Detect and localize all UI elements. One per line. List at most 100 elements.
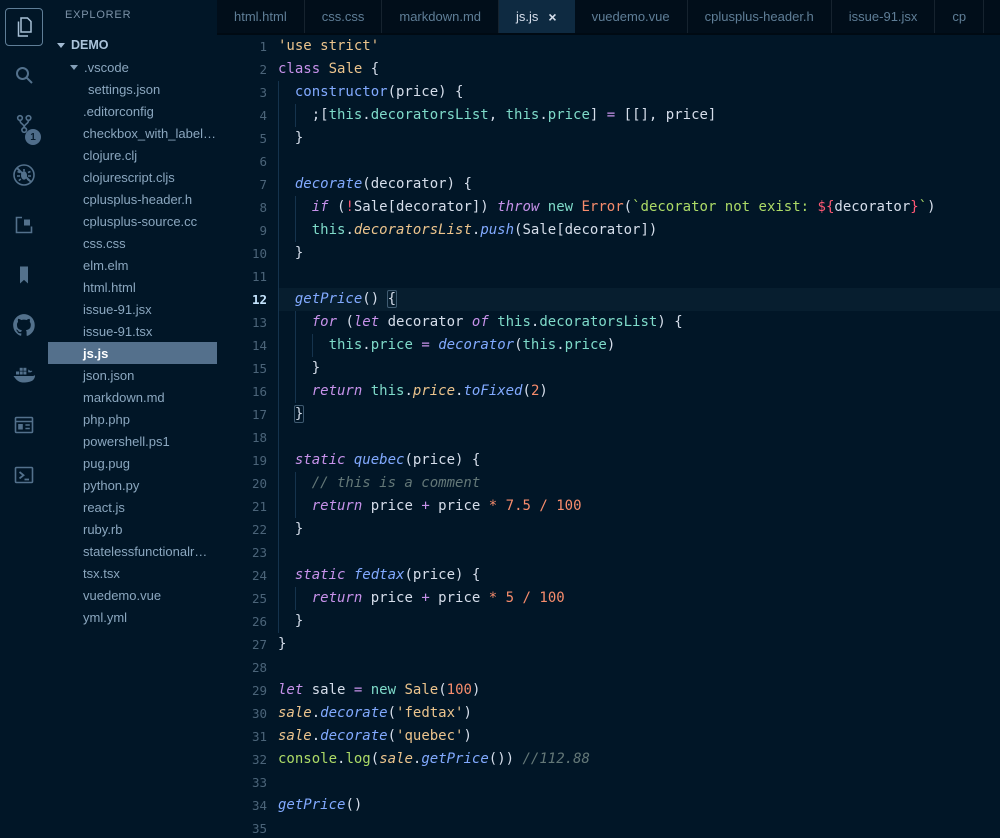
bookmarks-icon[interactable] (0, 250, 48, 300)
code-line-4[interactable]: ;[this.decoratorsList, this.price] = [[]… (278, 104, 1000, 127)
tree-file-yml.yml[interactable]: yml.yml (48, 606, 217, 628)
code-editor[interactable]: 1234567891011121314151617181920212223242… (217, 35, 1000, 838)
search-icon[interactable] (0, 50, 48, 100)
tree-item-label: clojure.clj (83, 148, 137, 163)
editor-gutter[interactable]: 1234567891011121314151617181920212223242… (217, 35, 278, 838)
files-icon[interactable] (0, 4, 48, 50)
code-line-10[interactable]: } (278, 242, 1000, 265)
indent-guide (278, 265, 279, 288)
line-number: 31 (217, 725, 278, 748)
code-line-31[interactable]: sale.decorate('quebec') (278, 725, 1000, 748)
code-line-26[interactable]: } (278, 610, 1000, 633)
code-line-14[interactable]: this.price = decorator(this.price) (278, 334, 1000, 357)
code-line-29[interactable]: let sale = new Sale(100) (278, 679, 1000, 702)
tree-file-tsx.tsx[interactable]: tsx.tsx (48, 562, 217, 584)
code-line-20[interactable]: // this is a comment (278, 472, 1000, 495)
code-line-11[interactable] (278, 265, 1000, 288)
line-number: 3 (217, 81, 278, 104)
code-line-8[interactable]: if (!Sale[decorator]) throw new Error(`d… (278, 196, 1000, 219)
tree-file-elm.elm[interactable]: elm.elm (48, 254, 217, 276)
github-icon[interactable] (0, 300, 48, 350)
docker-icon[interactable] (0, 350, 48, 400)
tree-file-python.py[interactable]: python.py (48, 474, 217, 496)
tree-file-cplusplus-header.h[interactable]: cplusplus-header.h (48, 188, 217, 210)
tree-file-settings.json[interactable]: settings.json (48, 78, 217, 100)
code-lines[interactable]: 'use strict'class Sale { constructor(pri… (278, 35, 1000, 838)
tab-cplusplus-header.h[interactable]: cplusplus-header.h (688, 0, 832, 33)
tree-file-ruby.rb[interactable]: ruby.rb (48, 518, 217, 540)
tree-file-markdown.md[interactable]: markdown.md (48, 386, 217, 408)
code-line-28[interactable] (278, 656, 1000, 679)
line-number: 23 (217, 541, 278, 564)
code-line-15[interactable]: } (278, 357, 1000, 380)
code-line-17[interactable]: } (278, 403, 1000, 426)
tab-cp[interactable]: cp (935, 0, 984, 33)
code-line-21[interactable]: return price + price * 7.5 / 100 (278, 495, 1000, 518)
code-line-7[interactable]: decorate(decorator) { (278, 173, 1000, 196)
code-text: this.price = decorator(this.price) (278, 337, 615, 353)
close-icon[interactable]: × (548, 10, 556, 24)
tree-file-powershell.ps1[interactable]: powershell.ps1 (48, 430, 217, 452)
code-line-32[interactable]: console.log(sale.getPrice()) //112.88 (278, 748, 1000, 771)
code-line-13[interactable]: for (let decorator of this.decoratorsLis… (278, 311, 1000, 334)
code-line-12[interactable]: getPrice() { (278, 288, 1000, 311)
active-view-indicator (5, 8, 43, 46)
code-text: return price + price * 7.5 / 100 (278, 498, 582, 514)
tree-file-issue-91.tsx[interactable]: issue-91.tsx (48, 320, 217, 342)
tree-file-checkbox_with_label…[interactable]: checkbox_with_label… (48, 122, 217, 144)
tab-vuedemo.vue[interactable]: vuedemo.vue (575, 0, 688, 33)
tree-file-vuedemo.vue[interactable]: vuedemo.vue (48, 584, 217, 606)
tree-file-css.css[interactable]: css.css (48, 232, 217, 254)
line-number: 34 (217, 794, 278, 817)
source-control-icon[interactable]: 1 (0, 100, 48, 150)
tree-file-clojure.clj[interactable]: clojure.clj (48, 144, 217, 166)
tab-html.html[interactable]: html.html (217, 0, 305, 33)
code-line-25[interactable]: return price + price * 5 / 100 (278, 587, 1000, 610)
chevron-expanded-icon (70, 65, 78, 70)
tab-markdown.md[interactable]: markdown.md (382, 0, 499, 33)
code-text: for (let decorator of this.decoratorsLis… (278, 314, 683, 330)
tree-root-DEMO[interactable]: DEMO (48, 34, 217, 56)
editor-tab-strip: html.htmlcss.cssmarkdown.mdjs.js×vuedemo… (217, 0, 1000, 35)
code-line-34[interactable]: getPrice() (278, 794, 1000, 817)
code-line-22[interactable]: } (278, 518, 1000, 541)
code-line-5[interactable]: } (278, 127, 1000, 150)
tree-file-php.php[interactable]: php.php (48, 408, 217, 430)
tab-label: cplusplus-header.h (705, 9, 814, 24)
code-line-3[interactable]: constructor(price) { (278, 81, 1000, 104)
debug-icon[interactable] (0, 150, 48, 200)
code-text: static quebec(price) { (278, 452, 480, 468)
tree-folder-.vscode[interactable]: .vscode (48, 56, 217, 78)
tab-js.js[interactable]: js.js× (499, 0, 575, 33)
code-line-19[interactable]: static quebec(price) { (278, 449, 1000, 472)
browser-preview-icon[interactable] (0, 400, 48, 450)
line-number: 33 (217, 771, 278, 794)
tree-file-clojurescript.cljs[interactable]: clojurescript.cljs (48, 166, 217, 188)
tree-file-react.js[interactable]: react.js (48, 496, 217, 518)
code-line-9[interactable]: this.decoratorsList.push(Sale[decorator]… (278, 219, 1000, 242)
code-line-23[interactable] (278, 541, 1000, 564)
tree-file-statelessfunctionalr…[interactable]: statelessfunctionalr… (48, 540, 217, 562)
code-line-2[interactable]: class Sale { (278, 58, 1000, 81)
tree-file-issue-91.jsx[interactable]: issue-91.jsx (48, 298, 217, 320)
powershell-icon[interactable] (0, 450, 48, 500)
code-line-35[interactable] (278, 817, 1000, 838)
code-line-16[interactable]: return this.price.toFixed(2) (278, 380, 1000, 403)
code-line-30[interactable]: sale.decorate('fedtax') (278, 702, 1000, 725)
tree-file-cplusplus-source.cc[interactable]: cplusplus-source.cc (48, 210, 217, 232)
tree-file-js.js[interactable]: js.js (48, 342, 217, 364)
tab-issue-91.jsx[interactable]: issue-91.jsx (832, 0, 936, 33)
code-line-24[interactable]: static fedtax(price) { (278, 564, 1000, 587)
tree-file-html.html[interactable]: html.html (48, 276, 217, 298)
code-line-18[interactable] (278, 426, 1000, 449)
extensions-icon[interactable] (0, 200, 48, 250)
code-line-6[interactable] (278, 150, 1000, 173)
code-line-27[interactable]: } (278, 633, 1000, 656)
tree-file-pug.pug[interactable]: pug.pug (48, 452, 217, 474)
tree-file-json.json[interactable]: json.json (48, 364, 217, 386)
code-text: } (278, 130, 303, 146)
code-line-1[interactable]: 'use strict' (278, 35, 1000, 58)
code-line-33[interactable] (278, 771, 1000, 794)
tree-file-.editorconfig[interactable]: .editorconfig (48, 100, 217, 122)
tab-css.css[interactable]: css.css (305, 0, 383, 33)
